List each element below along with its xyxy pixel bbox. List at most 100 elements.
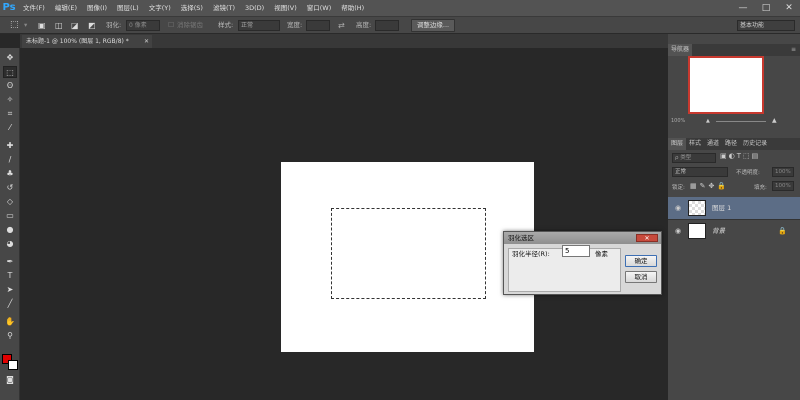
dialog-title: 羽化选区 — [508, 234, 534, 242]
layer-filter-select[interactable]: ρ 类型 — [672, 153, 716, 163]
menu-3d[interactable]: 3D(D) — [240, 0, 269, 16]
close-window-button[interactable]: ✕ — [778, 0, 800, 16]
zoom-tool-icon[interactable]: ⚲ — [3, 330, 17, 342]
layer-name: 背景 — [712, 227, 725, 235]
menu-image[interactable]: 图像(I) — [82, 0, 112, 16]
lock-icon: 🔒 — [778, 227, 787, 235]
tab-layers[interactable]: 图层 — [668, 138, 687, 150]
marquee-selection — [331, 208, 486, 299]
tab-paths[interactable]: 路径 — [722, 138, 740, 150]
zoom-in-icon[interactable]: ▲ — [772, 116, 777, 126]
layers-panel-header: 图层 样式 通道 路径 历史记录 — [668, 138, 800, 150]
close-tab-icon[interactable]: ✕ — [144, 35, 149, 48]
opacity-label: 不透明度: — [736, 170, 760, 176]
line-tool-icon[interactable]: ╱ — [3, 298, 17, 310]
move-tool-icon[interactable]: ✥ — [3, 52, 17, 64]
photoshop-logo: Ps — [2, 2, 16, 13]
tab-navigator[interactable]: 导航器 — [668, 44, 693, 56]
layer-name: 图层 1 — [712, 204, 732, 212]
marquee-tool-preset-icon[interactable]: ⬚ — [10, 17, 19, 34]
antialias-label: 消除锯齿 — [177, 21, 203, 29]
fill-label: 填充: — [754, 185, 767, 191]
navigator-zoom-bar: 100% ▲ ▲ — [668, 116, 800, 126]
menu-bar: Ps 文件(F) 编辑(E) 图像(I) 图层(L) 文字(Y) 选择(S) 滤… — [0, 0, 800, 16]
menu-layer[interactable]: 图层(L) — [112, 0, 144, 16]
marquee-tool-icon[interactable]: ⬚ — [3, 66, 17, 78]
eyedropper-tool-icon[interactable]: ⁄ — [3, 122, 17, 134]
magic-wand-tool-icon[interactable]: ✧ — [3, 94, 17, 106]
menu-view[interactable]: 视图(V) — [269, 0, 302, 16]
crop-tool-icon[interactable]: ⌗ — [3, 108, 17, 120]
minimize-button[interactable]: — — [732, 0, 754, 16]
tab-history[interactable]: 历史记录 — [740, 138, 770, 150]
blur-tool-icon[interactable]: ● — [3, 224, 17, 236]
feather-selection-dialog: 羽化选区 ✕ 羽化半径(R): 5 像素 确定 取消 — [503, 231, 662, 295]
menu-type[interactable]: 文字(Y) — [144, 0, 176, 16]
layer-row-1[interactable]: ◉ 图层 1 — [668, 197, 800, 219]
layer-row-background[interactable]: ◉ 背景 🔒 — [668, 219, 800, 241]
document-tab-bar: 未标题-1 @ 100% (图层 1, RGB/8) * ✕ — [20, 34, 668, 48]
fill-input[interactable]: 100% — [772, 181, 794, 191]
right-panel-dock: 导航器 ≡ 100% ▲ ▲ 图层 样式 通道 路径 历史记录 ρ 类型 ▣◐T⬚▤ 正… — [668, 34, 800, 400]
navigator-panel-header: 导航器 ≡ — [668, 44, 800, 56]
document-tab[interactable]: 未标题-1 @ 100% (图层 1, RGB/8) * ✕ — [22, 35, 152, 48]
layer-filter-icons[interactable]: ▣◐T⬚▤ — [720, 152, 760, 160]
workspace-select[interactable]: 基本功能 — [737, 20, 795, 31]
antialias-checkbox[interactable]: ☐ — [168, 17, 174, 34]
tab-styles[interactable]: 样式 — [686, 138, 704, 150]
cancel-button[interactable]: 取消 — [625, 271, 657, 283]
style-label: 样式: — [218, 21, 234, 29]
feather-radius-input[interactable]: 5 — [562, 245, 590, 257]
hand-tool-icon[interactable]: ✋ — [3, 316, 17, 328]
height-label: 高度: — [356, 21, 372, 29]
navigator-preview[interactable] — [688, 56, 764, 114]
menu-filter[interactable]: 滤镜(T) — [208, 0, 240, 16]
menu-select[interactable]: 选择(S) — [176, 0, 208, 16]
preset-dropdown-icon[interactable]: ▾ — [24, 17, 27, 34]
height-input[interactable] — [375, 20, 399, 31]
healing-brush-tool-icon[interactable]: ✚ — [3, 140, 17, 152]
quick-mask-icon[interactable]: ◙ — [3, 374, 17, 386]
layer-thumbnail — [688, 200, 706, 216]
style-select[interactable]: 正常 — [238, 20, 280, 31]
path-selection-tool-icon[interactable]: ➤ — [3, 284, 17, 296]
tab-channels[interactable]: 通道 — [704, 138, 722, 150]
type-tool-icon[interactable]: T — [3, 270, 17, 282]
history-brush-tool-icon[interactable]: ↺ — [3, 182, 17, 194]
new-selection-icon[interactable]: ▣ — [38, 17, 46, 34]
subtract-selection-icon[interactable]: ◪ — [71, 17, 79, 34]
navigator-zoom-value: 100% — [671, 118, 686, 124]
ok-button[interactable]: 确定 — [625, 255, 657, 267]
intersect-selection-icon[interactable]: ◩ — [88, 17, 96, 34]
dodge-tool-icon[interactable]: ◕ — [3, 238, 17, 250]
visibility-eye-icon[interactable]: ◉ — [672, 197, 684, 219]
options-bar: ⬚ ▾ ▣ ◫ ◪ ◩ 羽化: 0 像素 ☐ 消除锯齿 样式: 正常 宽度: ⇄… — [0, 16, 800, 34]
background-color-swatch[interactable] — [8, 360, 18, 370]
eraser-tool-icon[interactable]: ◇ — [3, 196, 17, 208]
blend-mode-select[interactable]: 正常 — [672, 167, 728, 177]
feather-input[interactable]: 0 像素 — [126, 20, 160, 31]
refine-edge-button[interactable]: 调整边缘... — [411, 19, 455, 32]
gradient-tool-icon[interactable]: ▭ — [3, 210, 17, 222]
lock-icons[interactable]: ▦✎✥🔒 — [690, 182, 729, 190]
add-selection-icon[interactable]: ◫ — [55, 17, 63, 34]
brush-tool-icon[interactable]: / — [3, 154, 17, 166]
dialog-close-button[interactable]: ✕ — [636, 234, 658, 242]
clone-stamp-tool-icon[interactable]: ♣ — [3, 168, 17, 180]
menu-file[interactable]: 文件(F) — [18, 0, 50, 16]
maximize-button[interactable]: □ — [755, 0, 777, 16]
visibility-eye-icon[interactable]: ◉ — [672, 220, 684, 242]
width-input[interactable] — [306, 20, 330, 31]
menu-edit[interactable]: 编辑(E) — [50, 0, 82, 16]
zoom-slider[interactable] — [716, 121, 766, 122]
opacity-input[interactable]: 100% — [772, 167, 794, 177]
pen-tool-icon[interactable]: ✒ — [3, 256, 17, 268]
menu-help[interactable]: 帮助(H) — [336, 0, 369, 16]
menu-window[interactable]: 窗口(W) — [302, 0, 337, 16]
swap-dimensions-icon[interactable]: ⇄ — [338, 17, 345, 34]
zoom-out-icon[interactable]: ▲ — [706, 116, 710, 126]
dialog-title-bar[interactable]: 羽化选区 ✕ — [504, 232, 661, 244]
layer-thumbnail — [688, 223, 706, 239]
lasso-tool-icon[interactable]: ʘ — [3, 80, 17, 92]
panel-menu-icon[interactable]: ≡ — [791, 44, 796, 56]
